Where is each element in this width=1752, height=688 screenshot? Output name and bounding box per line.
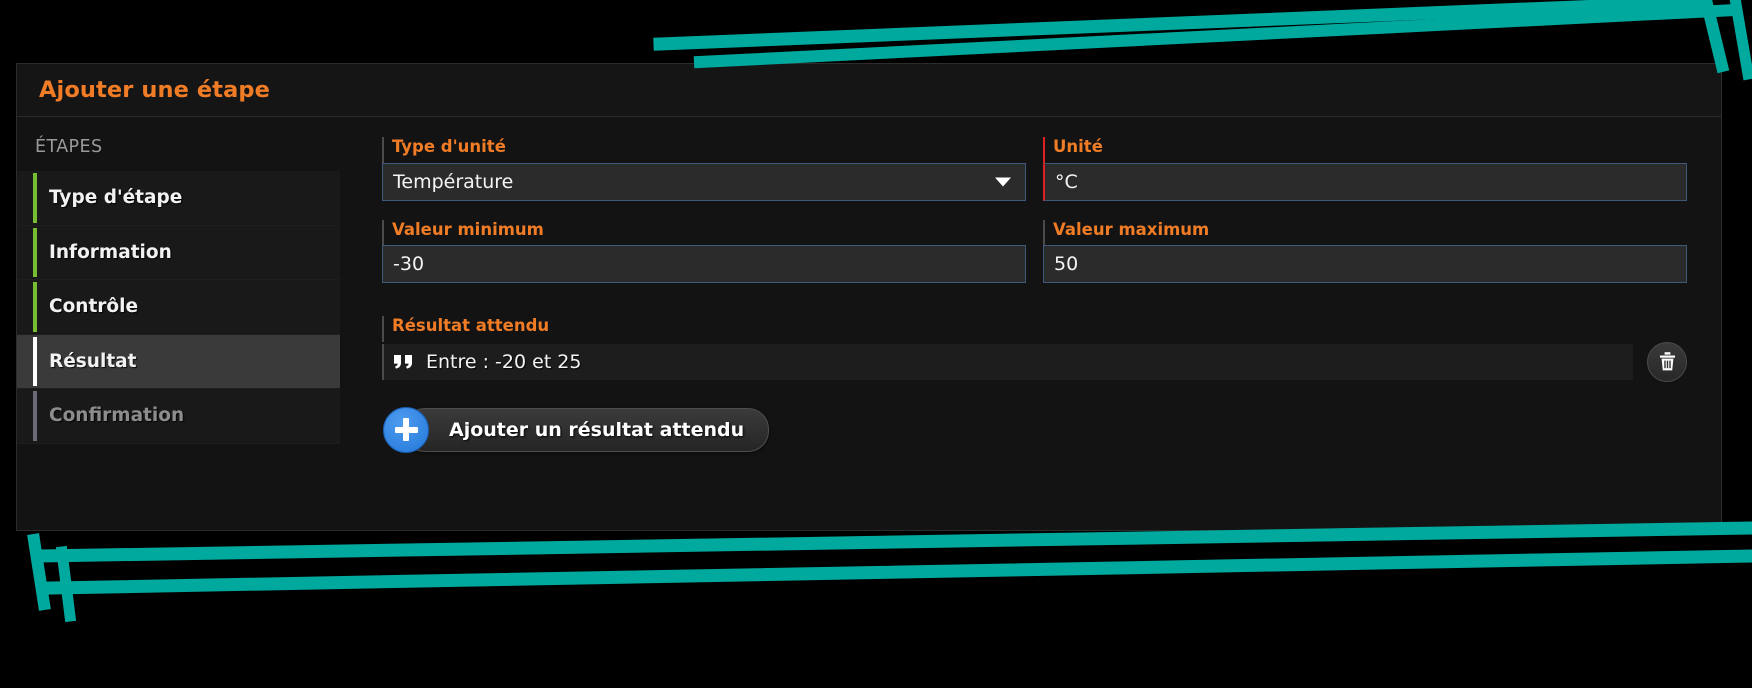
field-label-max-value: Valeur maximum bbox=[1043, 219, 1687, 246]
field-label-min-value: Valeur minimum bbox=[382, 219, 1026, 246]
unit-type-select[interactable]: Température bbox=[382, 162, 1026, 201]
list-item[interactable]: Entre : -20 et 25 bbox=[382, 343, 1633, 380]
sidebar-item-label: Résultat bbox=[49, 350, 137, 372]
field-label-unit: Unité bbox=[1043, 137, 1687, 163]
form-row-unit: Type d'unité Température Unité °C bbox=[382, 137, 1687, 201]
sidebar-heading: ÉTAPES bbox=[35, 137, 103, 157]
annotation-stroke-bottom-2 bbox=[45, 549, 1752, 595]
sidebar-item-controle[interactable]: Contrôle bbox=[17, 280, 340, 335]
form-row-values: Valeur minimum -30 Valeur maximum 50 bbox=[382, 219, 1687, 284]
annotation-stroke-right-1 bbox=[1699, 0, 1730, 74]
quote-icon bbox=[394, 355, 412, 369]
field-unit: Unité °C bbox=[1043, 137, 1687, 201]
field-unit-type: Type d'unité Température bbox=[382, 137, 1026, 201]
delete-result-button[interactable] bbox=[1647, 341, 1687, 382]
add-step-dialog: Ajouter une étape ÉTAPES Type d'étape In… bbox=[16, 63, 1722, 531]
annotation-stroke-left-2 bbox=[55, 545, 77, 623]
unit-input[interactable]: °C bbox=[1043, 162, 1687, 201]
annotation-stroke-top-2 bbox=[693, 3, 1742, 69]
sidebar-item-confirmation: Confirmation bbox=[17, 389, 340, 444]
unit-value: °C bbox=[1055, 170, 1078, 193]
steps-sidebar: ÉTAPES Type d'étape Information Contrôle… bbox=[17, 117, 340, 530]
annotation-stroke-top-1 bbox=[653, 0, 1707, 51]
max-value-text: 50 bbox=[1054, 253, 1079, 276]
expected-result-block: Résultat attendu Entre : -20 et 25 Ajout… bbox=[382, 316, 1687, 453]
sidebar-item-label: Type d'étape bbox=[49, 187, 183, 209]
add-expected-result-button[interactable]: Ajouter un résultat attendu bbox=[383, 406, 770, 453]
unit-type-value: Température bbox=[393, 170, 514, 193]
field-label-unit-type: Type d'unité bbox=[382, 137, 1026, 163]
min-value-input[interactable]: -30 bbox=[382, 245, 1026, 284]
expected-result-text: Entre : -20 et 25 bbox=[426, 350, 582, 373]
add-result-row: Ajouter un résultat attendu bbox=[382, 406, 1687, 453]
field-label-expected-result: Résultat attendu bbox=[382, 316, 1687, 342]
add-expected-result-label: Ajouter un résultat attendu bbox=[449, 418, 745, 441]
sidebar-item-resultat[interactable]: Résultat bbox=[17, 334, 340, 389]
sidebar-item-label: Information bbox=[49, 241, 172, 263]
plus-icon bbox=[383, 406, 429, 453]
expected-result-row: Entre : -20 et 25 bbox=[382, 341, 1687, 382]
trash-icon bbox=[1659, 352, 1675, 371]
dialog-body: ÉTAPES Type d'étape Information Contrôle… bbox=[17, 117, 1721, 530]
chevron-down-icon bbox=[995, 177, 1011, 187]
page-title: Ajouter une étape bbox=[39, 77, 270, 103]
sidebar-item-information[interactable]: Information bbox=[17, 225, 340, 280]
min-value-text: -30 bbox=[393, 253, 425, 276]
dialog-header: Ajouter une étape bbox=[17, 64, 1721, 117]
sidebar-item-type-detape[interactable]: Type d'étape bbox=[17, 171, 340, 226]
annotation-stroke-bottom-1 bbox=[33, 521, 1752, 563]
step-form: Type d'unité Température Unité °C Valeur… bbox=[340, 117, 1721, 530]
annotation-stroke-right-2 bbox=[1729, 0, 1752, 81]
annotation-stroke-left-1 bbox=[27, 533, 51, 611]
sidebar-item-label: Confirmation bbox=[49, 405, 185, 427]
field-max-value: Valeur maximum 50 bbox=[1043, 219, 1687, 284]
max-value-input[interactable]: 50 bbox=[1043, 245, 1687, 284]
step-list: Type d'étape Information Contrôle Résult… bbox=[17, 171, 340, 444]
sidebar-item-label: Contrôle bbox=[49, 296, 139, 318]
field-min-value: Valeur minimum -30 bbox=[382, 219, 1026, 284]
